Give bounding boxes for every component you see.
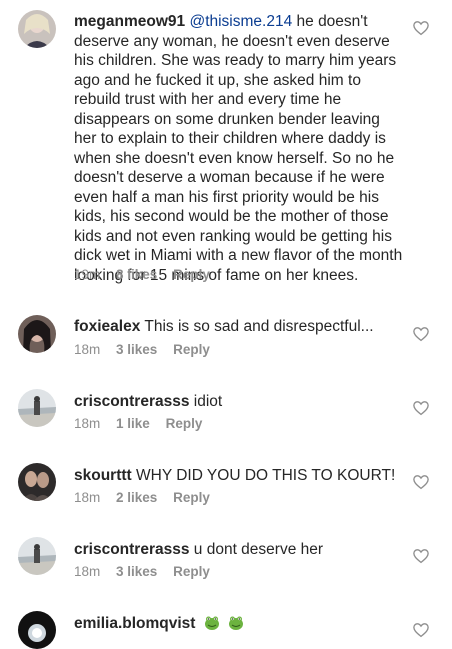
heart-outline-icon[interactable] [412,473,430,491]
comment-body: emilia.blomqvist [74,614,404,634]
avatar[interactable] [18,537,56,575]
avatar-image [18,10,56,48]
comment-meta: 19m 8 likes Reply [74,267,222,282]
reply-button[interactable]: Reply [173,564,210,579]
comment-meta: 18m 3 likes Reply [74,342,222,357]
reply-button[interactable]: Reply [173,490,210,505]
comment-item: criscontrerasss idiot 18m 1 like Reply [0,375,452,449]
comment-username[interactable]: criscontrerasss [74,541,189,558]
avatar[interactable] [18,463,56,501]
comment-likes[interactable]: 8 likes [116,267,157,282]
comment-username[interactable]: meganmeow91 [74,13,185,30]
comment-likes[interactable]: 1 like [116,416,150,431]
comment-body: meganmeow91 @thisisme.214 he doesn't des… [74,12,404,285]
comment-likes[interactable]: 2 likes [116,490,157,505]
frog-emoji-icon [204,616,219,630]
avatar-image [18,537,56,575]
comment-likes[interactable]: 3 likes [116,564,157,579]
comment-meta: 18m 2 likes Reply [74,490,222,505]
comment-mention[interactable]: @thisisme.214 [189,13,292,30]
heart-outline-icon[interactable] [412,325,430,343]
comment-body: criscontrerasss idiot [74,392,404,412]
avatar[interactable] [18,315,56,353]
comment-username[interactable]: criscontrerasss [74,393,189,410]
comment-item: emilia.blomqvist [0,597,452,649]
heart-outline-icon[interactable] [412,621,430,639]
heart-outline-icon[interactable] [412,19,430,37]
comment-time: 18m [74,564,101,579]
reply-button[interactable]: Reply [173,267,210,282]
comment-body: skourttt WHY DID YOU DO THIS TO KOURT! [74,466,404,486]
comment-likes[interactable]: 3 likes [116,342,157,357]
comment-text: idiot [193,393,223,410]
comment-text: This is so sad and disrespectful... [144,318,374,335]
comment-item: meganmeow91 @thisisme.214 he doesn't des… [0,0,452,300]
comment-text: WHY DID YOU DO THIS TO KOURT! [136,467,396,484]
avatar-image [18,315,56,353]
avatar-image [18,463,56,501]
comment-username[interactable]: foxiealex [74,318,140,335]
comment-username[interactable]: emilia.blomqvist [74,615,195,632]
comment-item: skourttt WHY DID YOU DO THIS TO KOURT! 1… [0,449,452,523]
avatar-image [18,611,56,649]
heart-outline-icon[interactable] [412,547,430,565]
comment-time: 19m [74,267,101,282]
comment-item: foxiealex This is so sad and disrespectf… [0,300,452,375]
avatar-image [18,389,56,427]
comment-meta: 18m 3 likes Reply [74,564,222,579]
avatar[interactable] [18,389,56,427]
comment-item: criscontrerasss u dont deserve her 18m 3… [0,523,452,597]
reply-button[interactable]: Reply [166,416,203,431]
reply-button[interactable]: Reply [173,342,210,357]
comment-time: 18m [74,342,101,357]
comment-body: criscontrerasss u dont deserve her [74,540,404,560]
frog-emoji-icon [229,616,244,630]
comment-time: 18m [74,416,101,431]
comment-body: foxiealex This is so sad and disrespectf… [74,317,404,337]
avatar[interactable] [18,611,56,649]
avatar[interactable] [18,10,56,48]
heart-outline-icon[interactable] [412,399,430,417]
comment-text: u dont deserve her [193,541,324,558]
comment-meta: 18m 1 like Reply [74,416,214,431]
comment-text: he doesn't deserve any woman, he doesn't… [74,13,403,284]
comment-username[interactable]: skourttt [74,467,132,484]
comment-time: 18m [74,490,101,505]
